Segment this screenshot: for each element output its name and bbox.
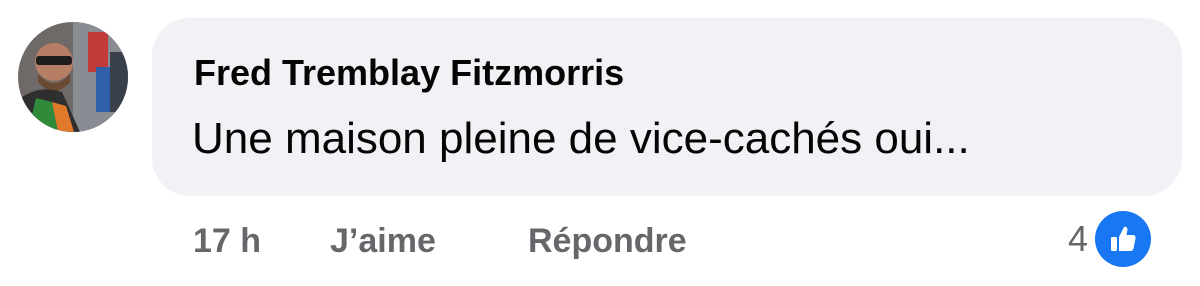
comment-timestamp[interactable]: 17 h <box>193 222 261 261</box>
reply-button[interactable]: Répondre <box>528 222 687 261</box>
reaction-count: 4 <box>1068 218 1089 259</box>
avatar-photo <box>18 22 128 132</box>
avatar[interactable] <box>18 22 128 132</box>
comment-text: Une maison pleine de vice-cachés oui... <box>192 114 970 163</box>
reaction-summary[interactable]: 4 <box>1068 206 1155 272</box>
thumbs-up-icon <box>1092 208 1155 270</box>
comment-bubble: Fred Tremblay Fitzmorris Une maison plei… <box>152 18 1182 196</box>
like-button[interactable]: J’aime <box>330 222 436 261</box>
comment-author[interactable]: Fred Tremblay Fitzmorris <box>194 52 624 94</box>
